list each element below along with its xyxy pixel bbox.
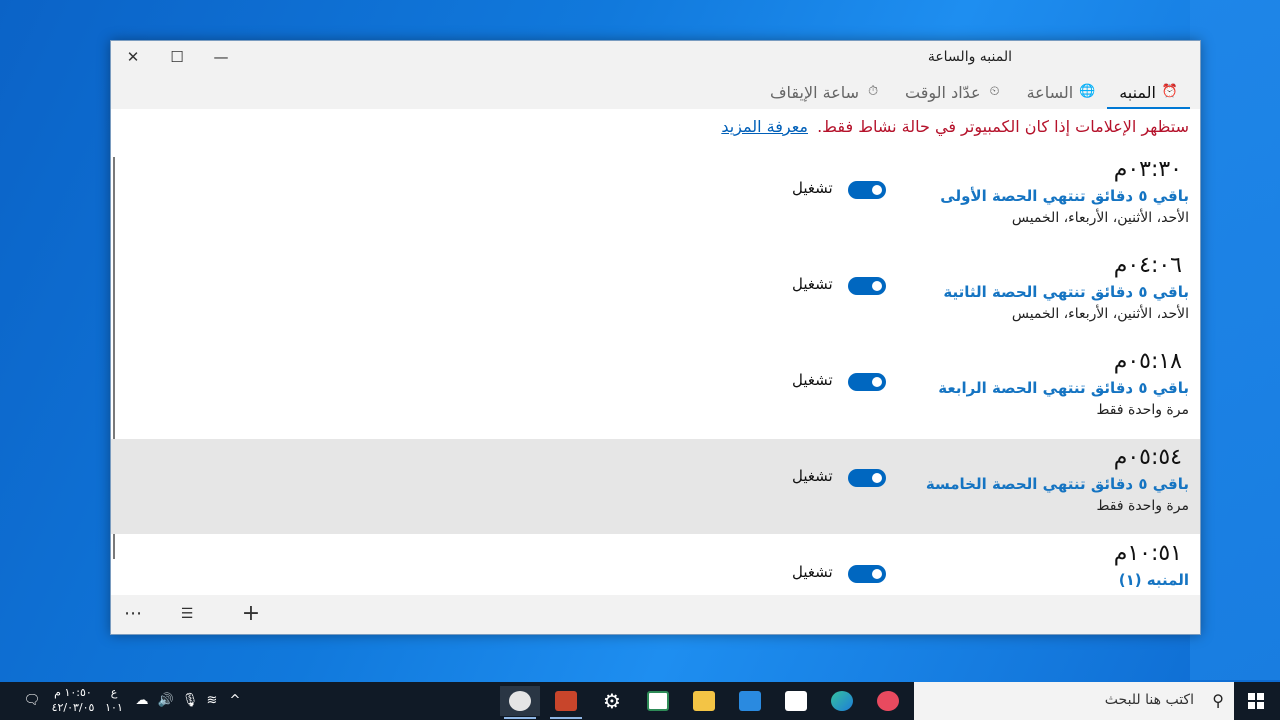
select-alarms-button[interactable]: ☰: [167, 596, 207, 634]
alarm-repeat-days: مرة واحدة فقط: [1096, 402, 1189, 418]
snip-app-icon[interactable]: [868, 686, 908, 716]
world-clock-icon: 🌐: [1079, 84, 1096, 99]
tab-label: المنبه: [1119, 82, 1156, 102]
more-options-button[interactable]: ⋯: [113, 596, 153, 634]
windows-logo-icon: [1248, 693, 1264, 709]
alarm-toggle[interactable]: [848, 277, 886, 295]
alarm-item[interactable]: ٠٣:٣٠م باقي ٥ دقائق تنتهي الحصة الأولى ا…: [111, 151, 1200, 246]
search-icon: ⚲: [1212, 691, 1224, 710]
language-code: ع: [110, 686, 118, 699]
alarm-time: ٠٤:٠٦م: [1113, 253, 1182, 278]
tab-label: عدّاد الوقت: [905, 82, 981, 102]
alarm-clock-icon: ⏰: [1161, 84, 1178, 99]
alarm-repeat-days: الأحد، الأثنين، الأربعاء، الخميس: [1011, 210, 1189, 226]
taskbar-search-box[interactable]: ⚲ اكتب هنا للبحث: [914, 682, 1234, 720]
tab-label: ساعة الإيقاف: [769, 82, 860, 102]
app-icon[interactable]: [638, 686, 678, 716]
taskbar: ⚲ اكتب هنا للبحث ⚙ ^ ≋ 🎙 🔊 ☁ ع ١٠١ ١٠:٥٠…: [0, 682, 1280, 720]
wifi-icon[interactable]: ≋: [202, 682, 222, 720]
mail-icon[interactable]: [730, 686, 770, 716]
alarm-name: باقي ٥ دقائق تنتهي الحصة الرابعة: [938, 379, 1189, 397]
tab-label: الساعة: [1026, 82, 1074, 102]
learn-more-link[interactable]: معرفة المزيد: [721, 117, 808, 136]
alarms-clock-app-icon[interactable]: [500, 686, 540, 719]
input-language[interactable]: ع ١٠١: [104, 685, 124, 715]
window-title: المنبه والساعة: [927, 49, 1012, 65]
microphone-icon[interactable]: 🎙: [180, 682, 200, 720]
tab-bar: ⏰ المنبه 🌐 الساعة ⏲ عدّاد الوقت ⏱ ساعة ا…: [758, 77, 1190, 109]
command-bar: ⋯ ☰ +: [111, 596, 1200, 634]
timer-icon: ⏲: [989, 84, 1000, 99]
search-placeholder: اكتب هنا للبحث: [1104, 692, 1194, 708]
notice-text: ستظهر الإعلامات إذا كان الكمبيوتر في حال…: [817, 117, 1189, 136]
alarm-name: باقي ٥ دقائق تنتهي الحصة الأولى: [940, 187, 1189, 205]
alarm-repeat-days: مرة واحدة فقط: [1096, 498, 1189, 514]
toggle-state-label: تشغيل: [792, 467, 833, 485]
tab-world-clock[interactable]: 🌐 الساعة: [1015, 77, 1108, 107]
powerpoint-icon[interactable]: [546, 686, 586, 719]
alarm-item[interactable]: ٠٥:١٨م باقي ٥ دقائق تنتهي الحصة الرابعة …: [111, 343, 1200, 438]
alarm-time: ٠٣:٣٠م: [1113, 157, 1182, 182]
alarm-time: ٠٥:٥٤م: [1113, 445, 1182, 470]
alarm-time: ٠٥:١٨م: [1113, 349, 1182, 374]
toggle-state-label: تشغيل: [792, 179, 833, 197]
alarm-name: باقي ٥ دقائق تنتهي الحصة الخامسة: [925, 475, 1189, 493]
maximize-button[interactable]: ☐: [155, 41, 199, 75]
desktop-background: [1190, 0, 1280, 680]
alarm-repeat-days: الأحد، الأثنين، الأربعاء، الخميس: [1011, 306, 1189, 322]
keyboard-layout: ١٠١: [105, 701, 123, 714]
close-button[interactable]: ✕: [111, 41, 155, 75]
alarm-item[interactable]: ٠٥:٥٤م باقي ٥ دقائق تنتهي الحصة الخامسة …: [111, 439, 1200, 534]
alarm-item[interactable]: ٠٤:٠٦م باقي ٥ دقائق تنتهي الحصة الثاتية …: [111, 247, 1200, 342]
clock-time: ١٠:٥٠ م: [54, 686, 92, 699]
add-alarm-button[interactable]: +: [231, 596, 271, 634]
alarm-item[interactable]: ١٠:٥١م المنبه (١) تشغيل: [111, 535, 1200, 595]
settings-gear-icon[interactable]: ⚙: [592, 686, 632, 716]
clock-date: ٤٢/٠٣/٠٥: [51, 701, 95, 714]
stopwatch-icon: ⏱: [867, 84, 879, 99]
show-hidden-icons-chevron-icon[interactable]: ^: [225, 682, 245, 720]
cloud-icon[interactable]: ☁: [132, 682, 152, 720]
tab-timer[interactable]: ⏲ عدّاد الوقت: [893, 77, 1015, 107]
notification-notice: ستظهر الإعلامات إذا كان الكمبيوتر في حال…: [721, 117, 1189, 136]
start-button[interactable]: [1232, 682, 1280, 720]
alarm-toggle[interactable]: [848, 469, 886, 487]
edge-icon[interactable]: [822, 686, 862, 716]
alarm-time: ١٠:٥١م: [1113, 541, 1182, 566]
taskbar-clock[interactable]: ١٠:٥٠ م ٤٢/٠٣/٠٥: [48, 685, 98, 715]
minimize-button[interactable]: —: [199, 41, 243, 75]
alarm-toggle[interactable]: [848, 565, 886, 583]
title-bar[interactable]: ✕ ☐ — المنبه والساعة: [111, 41, 1200, 75]
toggle-state-label: تشغيل: [792, 275, 833, 293]
toggle-state-label: تشغيل: [792, 563, 833, 581]
alarm-name: باقي ٥ دقائق تنتهي الحصة الثاتية: [943, 283, 1189, 301]
store-icon[interactable]: [776, 686, 816, 716]
alarm-list-pane: ستظهر الإعلامات إذا كان الكمبيوتر في حال…: [111, 109, 1200, 595]
alarm-name: المنبه (١): [1118, 571, 1189, 589]
alarms-clock-window: ✕ ☐ — المنبه والساعة ⏰ المنبه 🌐 الساعة ⏲…: [110, 40, 1201, 635]
alarm-toggle[interactable]: [848, 181, 886, 199]
notification-center-icon[interactable]: 🗨: [20, 682, 44, 720]
toggle-state-label: تشغيل: [792, 371, 833, 389]
file-explorer-icon[interactable]: [684, 686, 724, 716]
volume-icon[interactable]: 🔊: [156, 682, 176, 720]
tab-alarm[interactable]: ⏰ المنبه: [1107, 77, 1190, 109]
alarm-toggle[interactable]: [848, 373, 886, 391]
tab-stopwatch[interactable]: ⏱ ساعة الإيقاف: [758, 77, 893, 107]
